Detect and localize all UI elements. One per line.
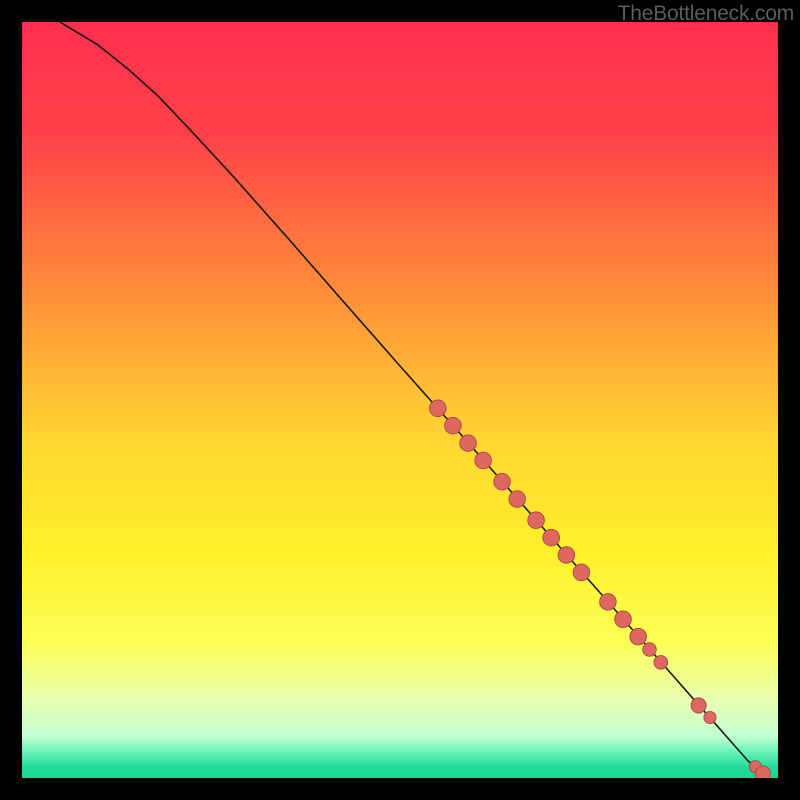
data-point xyxy=(460,435,477,452)
data-point xyxy=(704,711,716,723)
data-point xyxy=(558,547,575,564)
data-point xyxy=(475,452,492,469)
data-point xyxy=(755,766,770,778)
chart-svg xyxy=(22,22,778,778)
data-point xyxy=(654,656,668,670)
data-point xyxy=(643,643,657,657)
data-point xyxy=(573,564,590,581)
data-point xyxy=(691,698,706,713)
watermark-text: TheBottleneck.com xyxy=(618,2,794,26)
data-point xyxy=(528,512,545,529)
data-point xyxy=(615,611,632,628)
data-point xyxy=(543,529,560,546)
data-point xyxy=(445,417,462,434)
chart-stage: TheBottleneck.com xyxy=(0,0,800,800)
data-point xyxy=(509,491,526,508)
data-point xyxy=(630,628,647,645)
data-point xyxy=(429,400,446,417)
data-point xyxy=(600,594,617,611)
data-point xyxy=(494,473,511,490)
